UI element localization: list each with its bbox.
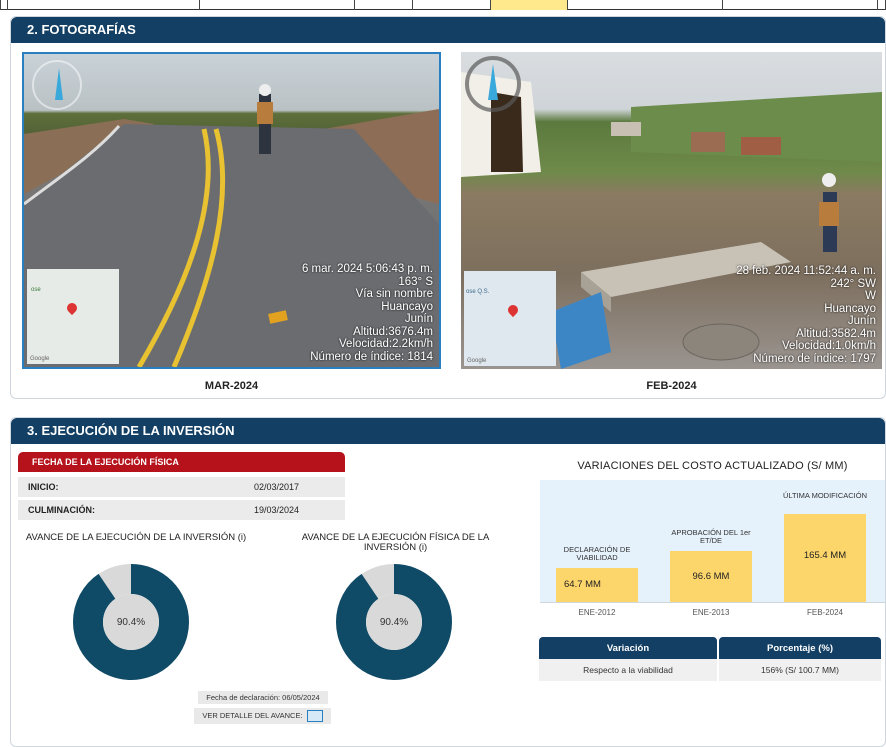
start-date-value: 02/03/2017: [254, 482, 300, 492]
overlay-line: 163° S: [398, 275, 433, 288]
cost-bar-top-label: APROBACIÓN DEL 1er ET/DE: [671, 528, 751, 545]
photo-mar-2024[interactable]: ose Google 6 mar. 2024 5:06:43 p. m. 163…: [22, 52, 441, 369]
cost-bar-top-label: ÚLTIMA MODIFICACIÓN: [782, 491, 868, 500]
percentage-header: Porcentaje (%): [719, 637, 881, 659]
view-progress-detail-button[interactable]: VER DETALLE DEL AVANCE:: [194, 708, 331, 724]
cost-bar-date-label: ENE-2013: [692, 608, 730, 617]
overlay-line: Huancayo: [824, 302, 876, 315]
compass-icon: [32, 60, 82, 110]
cost-bar-value-label: 165.4 MM: [803, 550, 847, 561]
declaration-date: Fecha de declaración: 06/05/2024: [198, 691, 328, 704]
end-date-value: 19/03/2024: [254, 505, 300, 515]
overlay-line: 6 mar. 2024 5:06:43 p. m.: [301, 263, 433, 275]
location-minimap[interactable]: ose Q.S. Google: [464, 271, 556, 366]
variation-header: Variación: [539, 637, 717, 659]
detail-button-label: VER DETALLE DEL AVANCE:: [202, 711, 303, 720]
overlay-line: Altitud:3582.4m: [796, 327, 876, 340]
physical-progress-title: AVANCE DE LA EJECUCIÓN FÍSICA DE LA INVE…: [301, 532, 490, 553]
overlay-line: Altitud:3676.4m: [353, 325, 433, 338]
percentage-cell: 156% (S/ 100.7 MM): [719, 659, 881, 681]
map-pin-icon: [64, 300, 80, 316]
overlay-line: Vía sin nombre: [355, 288, 433, 300]
start-date-row: INICIO: 02/03/2017: [18, 477, 345, 497]
cost-bar-date-label: FEB-2024: [806, 608, 844, 617]
overlay-line: Velocidad:1.0km/h: [782, 340, 876, 352]
overlay-line: Huancayo: [381, 300, 433, 313]
end-date-label: CULMINACIÓN:: [28, 505, 95, 515]
google-map-label: Google: [30, 356, 50, 362]
photos-section-title: 2. FOTOGRAFÍAS: [11, 17, 885, 43]
photo-caption-feb-2024: FEB-2024: [646, 380, 697, 392]
document-icon: [306, 710, 323, 723]
map-pin-icon: [505, 302, 521, 318]
photo-caption-mar-2024: MAR-2024: [204, 380, 259, 392]
location-minimap[interactable]: ose Google: [27, 269, 119, 364]
end-date-row: CULMINACIÓN: 19/03/2024: [18, 500, 345, 520]
map-place-label: ose Q.S.: [466, 289, 490, 295]
overlay-line: Velocidad:2.2km/h: [339, 338, 433, 350]
overlay-line: Número de índice: 1814: [310, 350, 433, 363]
donut-value-label: 90.4%: [380, 617, 408, 628]
top-table-remnant: [0, 0, 886, 10]
photo-metadata-overlay: 28 feb. 2024 11:52:44 a. m. 242° SW W Hu…: [736, 265, 876, 365]
overlay-line: W: [865, 290, 876, 302]
google-map-label: Google: [467, 358, 487, 364]
cost-variations-title: VARIACIONES DEL COSTO ACTUALIZADO (S/ MM…: [577, 460, 848, 472]
cost-bar-top-label: DECLARACIÓN DE VIABILIDAD: [563, 545, 631, 562]
overlay-line: Junín: [404, 313, 433, 325]
overlay-line: 28 feb. 2024 11:52:44 a. m.: [736, 265, 876, 277]
investment-progress-title: AVANCE DE LA EJECUCIÓN DE LA INVERSIÓN (…: [25, 532, 247, 543]
donut-value-label: 90.4%: [117, 617, 145, 628]
cost-bar-value-label: 64.7 MM: [564, 579, 601, 590]
physical-execution-header: FECHA DE LA EJECUCIÓN FÍSICA: [18, 452, 345, 472]
overlay-line: Junín: [847, 315, 876, 327]
cost-axis-line: [540, 602, 885, 603]
photo-metadata-overlay: 6 mar. 2024 5:06:43 p. m. 163° S Vía sin…: [302, 263, 433, 363]
cost-bar-value-label: 96.6 MM: [692, 570, 730, 582]
variation-cell: Respecto a la viabilidad: [539, 659, 717, 681]
cost-bar-date-label: ENE-2012: [578, 608, 616, 617]
investment-section-title: 3. EJECUCIÓN DE LA INVERSIÓN: [11, 418, 885, 444]
photo-feb-2024[interactable]: ose Q.S. Google 28 feb. 2024 11:52:44 a.…: [461, 52, 882, 369]
overlay-line: Número de índice: 1797: [753, 352, 876, 365]
map-place-label: ose: [31, 287, 41, 293]
start-date-label: INICIO:: [28, 482, 59, 492]
overlay-line: 242° SW: [830, 277, 876, 290]
investment-progress-donut: 90.4%: [73, 564, 189, 680]
physical-progress-donut: 90.4%: [336, 564, 452, 680]
compass-icon: [465, 56, 521, 112]
variation-table: Variación Porcentaje (%) Respecto a la v…: [537, 637, 883, 681]
